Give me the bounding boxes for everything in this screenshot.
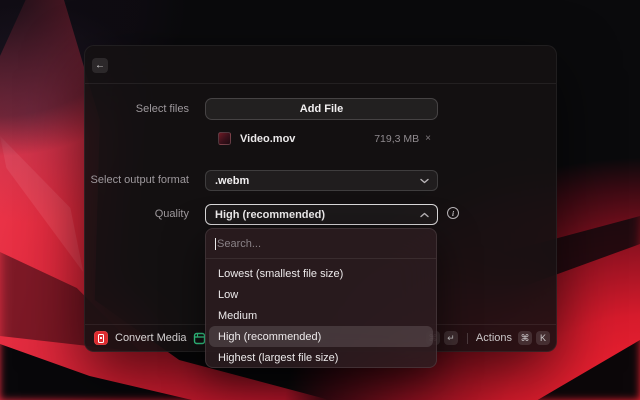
actions-button[interactable]: Actions bbox=[476, 332, 512, 344]
output-format-value: .webm bbox=[215, 175, 420, 187]
output-format-label: Select output format bbox=[85, 170, 189, 191]
dropdown-options-list: Lowest (smallest file size) Low Medium H… bbox=[206, 259, 436, 368]
file-row: Video.mov 719,3 MB × bbox=[205, 130, 438, 147]
chevron-down-icon bbox=[420, 178, 429, 184]
back-arrow-icon: ← bbox=[95, 60, 105, 71]
option-high-selected[interactable]: High (recommended) bbox=[209, 326, 433, 347]
cmd-key-badge: ⌘ bbox=[518, 331, 532, 345]
output-format-select[interactable]: .webm bbox=[205, 170, 438, 191]
video-thumbnail-icon bbox=[218, 132, 231, 145]
option-lowest[interactable]: Lowest (smallest file size) bbox=[209, 263, 433, 284]
add-file-button-label: Add File bbox=[300, 103, 343, 115]
file-name: Video.mov bbox=[240, 133, 295, 145]
footer-divider bbox=[467, 333, 468, 344]
video-file-icon bbox=[193, 332, 206, 345]
dialog-header: ← bbox=[85, 46, 556, 84]
quality-label: Quality bbox=[85, 204, 189, 225]
quality-select[interactable]: High (recommended) bbox=[205, 204, 438, 225]
option-medium[interactable]: Medium bbox=[209, 305, 433, 326]
quality-dropdown-popover: Lowest (smallest file size) Low Medium H… bbox=[205, 228, 437, 368]
enter-key-badge: ↵ bbox=[444, 331, 458, 345]
remove-file-icon[interactable]: × bbox=[425, 134, 431, 144]
quality-value: High (recommended) bbox=[215, 209, 420, 221]
add-file-button[interactable]: Add File bbox=[205, 98, 438, 120]
k-key-badge: K bbox=[536, 331, 550, 345]
option-low[interactable]: Low bbox=[209, 284, 433, 305]
chevron-up-icon bbox=[420, 212, 429, 218]
select-files-label: Select files bbox=[85, 98, 189, 120]
dropdown-search-row bbox=[206, 229, 436, 259]
info-icon[interactable]: i bbox=[447, 207, 459, 219]
back-button[interactable]: ← bbox=[92, 58, 108, 73]
file-size: 719,3 MB bbox=[374, 133, 419, 145]
dropdown-search-input[interactable] bbox=[217, 238, 427, 250]
convert-media-app-icon bbox=[94, 331, 108, 345]
text-cursor bbox=[215, 238, 216, 250]
option-highest[interactable]: Highest (largest file size) bbox=[209, 347, 433, 368]
app-name: Convert Media bbox=[115, 332, 187, 344]
